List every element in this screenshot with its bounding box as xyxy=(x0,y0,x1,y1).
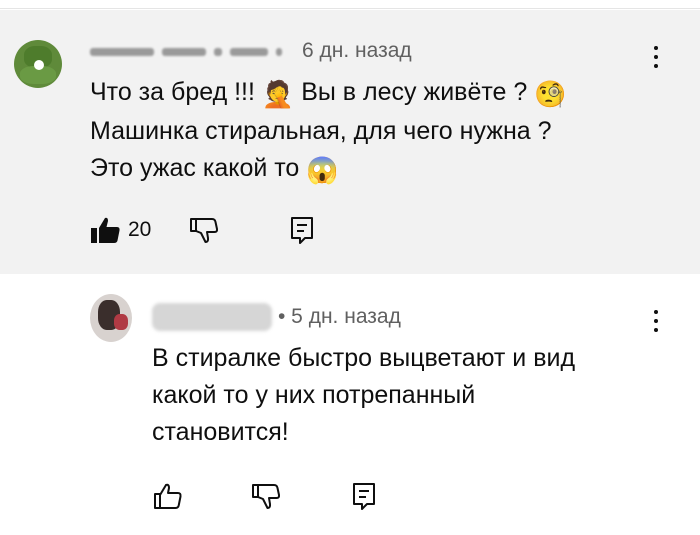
comment-line: Машинка стиральная, для чего нужна ? xyxy=(90,117,552,145)
comment-timestamp: • 5 дн. назад xyxy=(278,305,401,328)
comment-line: Что за бред !!! 🤦 Вы в лесу живёте ? 🧐 xyxy=(90,74,567,113)
facepalm-emoji: 🤦 xyxy=(261,79,295,109)
thumbs-down-icon[interactable] xyxy=(188,214,220,246)
more-vert-icon[interactable] xyxy=(652,44,660,70)
comment-text: В стиралке быстро выцветают и вид какой … xyxy=(152,340,575,451)
top-divider xyxy=(0,8,700,9)
comment-text: Что за бред !!! 🤦 Вы в лесу живёте ? 🧐 М… xyxy=(90,74,567,189)
comment-timestamp: 6 дн. назад xyxy=(302,39,412,62)
thumbs-down-icon[interactable] xyxy=(250,480,282,512)
avatar-shape xyxy=(114,314,128,330)
scream-emoji: 😱 xyxy=(306,155,339,185)
reply-icon[interactable] xyxy=(348,480,380,512)
comment-line-text: Это ужас какой то xyxy=(90,154,307,182)
comment-line: становится! xyxy=(152,418,289,446)
author-name-redacted[interactable] xyxy=(152,303,272,331)
comment-highlighted: 6 дн. назад Что за бред !!! 🤦 Вы в лесу … xyxy=(0,10,700,274)
thumbs-up-icon[interactable] xyxy=(90,214,122,246)
avatar[interactable] xyxy=(90,294,132,342)
avatar[interactable] xyxy=(14,40,62,88)
monocle-emoji: 🧐 xyxy=(534,79,567,109)
comment-line-text: Что за бред !!! xyxy=(90,78,262,106)
comment-line: В стиралке быстро выцветают и вид xyxy=(152,344,576,372)
comment-reply: • 5 дн. назад В стиралке быстро выцветаю… xyxy=(0,274,700,535)
reply-icon[interactable] xyxy=(286,214,318,246)
avatar-shape xyxy=(34,60,44,70)
comment-line: какой то у них потрепанный xyxy=(152,381,476,409)
comment-header: • 5 дн. назад xyxy=(152,303,401,331)
more-vert-icon[interactable] xyxy=(652,308,660,334)
author-name-redacted[interactable] xyxy=(90,42,296,60)
comment-line-text: Вы в лесу живёте ? xyxy=(301,78,535,106)
like-count: 20 xyxy=(128,218,152,241)
comment-header: 6 дн. назад xyxy=(90,38,412,64)
thumbs-up-icon[interactable] xyxy=(152,480,184,512)
comments-page: 6 дн. назад Что за бред !!! 🤦 Вы в лесу … xyxy=(0,0,700,535)
comment-line: Это ужас какой то 😱 xyxy=(90,150,567,189)
